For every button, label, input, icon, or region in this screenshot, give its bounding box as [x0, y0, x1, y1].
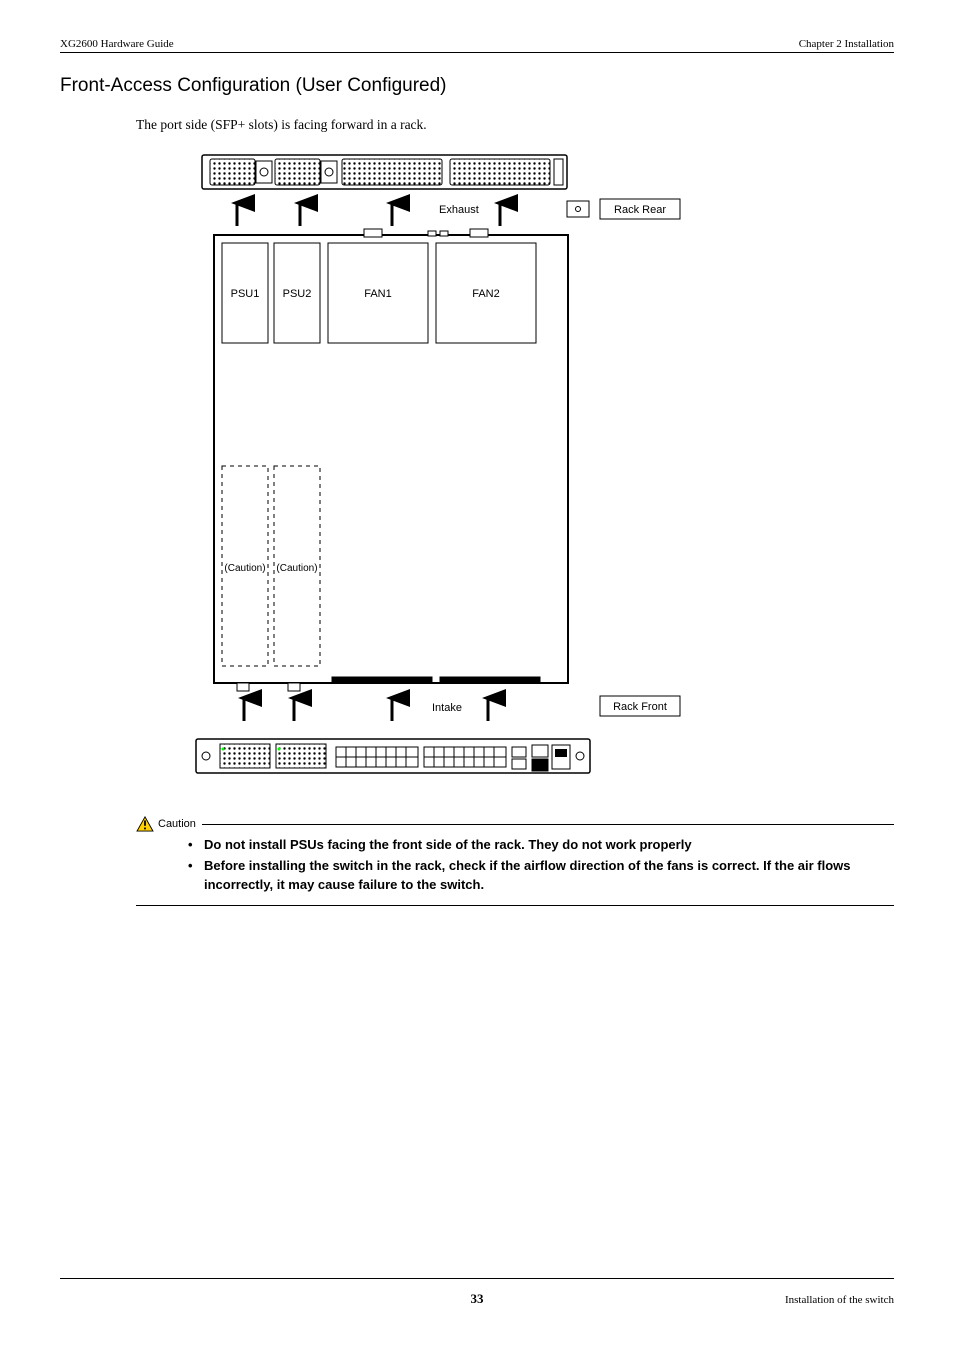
- diagram-svg: Exhaust Rack Rear PSU1 PSU2: [192, 151, 762, 786]
- svg-text:Rack Rear: Rack Rear: [614, 204, 666, 216]
- fan1-label: FAN1: [364, 288, 392, 300]
- footer-right: Installation of the switch: [785, 1294, 894, 1306]
- caution-left-label: (Caution): [224, 563, 265, 574]
- rack-rear-label: Rack Rear: [600, 199, 680, 219]
- section-heading: Front-Access Configuration (User Configu…: [60, 75, 894, 97]
- intake-label: Intake: [432, 702, 462, 714]
- header-rule: [60, 52, 894, 53]
- caution-bullet: Do not install PSUs facing the front sid…: [184, 836, 894, 855]
- page-header: XG2600 Hardware Guide Chapter 2 Installa…: [60, 38, 894, 50]
- psu2-label: PSU2: [283, 288, 312, 300]
- caution-label: Caution: [158, 818, 196, 830]
- front-panel: [196, 739, 590, 773]
- psu1-label: PSU1: [231, 288, 260, 300]
- caution-block: Caution Do not install PSUs facing the f…: [136, 816, 894, 906]
- caution-bullets: Do not install PSUs facing the front sid…: [184, 836, 894, 895]
- caution-bullet: Before installing the switch in the rack…: [184, 857, 894, 895]
- rear-panel: [202, 155, 567, 189]
- caution-end-rule: [136, 905, 894, 906]
- exhaust-label: Exhaust: [439, 204, 479, 216]
- svg-text:Rack Front: Rack Front: [613, 701, 667, 713]
- header-left: XG2600 Hardware Guide: [60, 38, 174, 50]
- footer-rule: [60, 1278, 894, 1279]
- caution-right-label: (Caution): [276, 563, 317, 574]
- intro-text: The port side (SFP+ slots) is facing for…: [136, 117, 894, 133]
- warning-triangle-icon: [136, 816, 154, 832]
- caution-header-line: [202, 824, 894, 825]
- fan2-label: FAN2: [472, 288, 500, 300]
- header-right: Chapter 2 Installation: [799, 38, 894, 50]
- rack-front-label: Rack Front: [600, 696, 680, 716]
- caution-header: Caution: [136, 816, 894, 832]
- airflow-diagram: Exhaust Rack Rear PSU1 PSU2: [60, 151, 894, 786]
